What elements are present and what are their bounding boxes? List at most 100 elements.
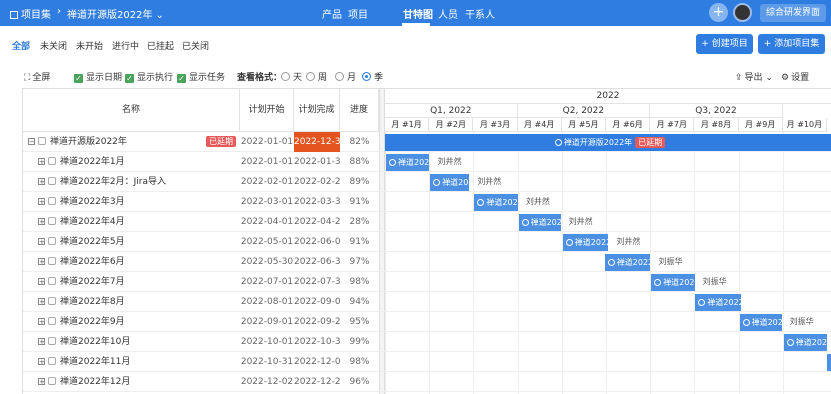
expand-icon[interactable]: + [38, 278, 45, 286]
breadcrumb-root[interactable]: 项目集 [10, 6, 51, 21]
table-row[interactable]: + 禅道2022年11月 2022-10-312022-12-01 98% [23, 352, 831, 372]
avatar[interactable] [733, 3, 752, 22]
project-gantt-bar[interactable]: 禅道2022 [695, 294, 742, 311]
table-row[interactable]: + 禅道2022年2月：Jira导入 2022-02-012022-02-27 89%… [23, 172, 831, 192]
row-name[interactable]: 禅道2022年1月 [60, 157, 125, 167]
nav-project[interactable]: 项目 [348, 6, 368, 21]
project-gantt-bar[interactable]: 禅道2022年 [604, 254, 651, 271]
export-dropdown[interactable]: ⇪ 导出 ⌄ [735, 70, 773, 83]
create-project-button[interactable]: + 创建项目 [696, 34, 753, 54]
breadcrumb-separator: › [57, 6, 61, 17]
start-cell: 2022-09-01 [240, 317, 294, 327]
expand-icon[interactable]: + [38, 258, 45, 266]
nav-product[interactable]: 产品 [322, 6, 342, 21]
expand-icon[interactable]: + [38, 178, 45, 186]
expand-icon[interactable]: + [38, 298, 45, 306]
row-name[interactable]: 禅道2022年3月 [60, 197, 125, 207]
row-name[interactable]: 禅道2022年7月 [60, 277, 125, 287]
row-name[interactable]: 禅道2022年2月：Jira导入 [60, 177, 166, 187]
project-gantt-bar[interactable]: 禅道2022 [783, 334, 828, 351]
row-name[interactable]: 禅道2022年5月 [60, 237, 125, 247]
view-format-label: 查看格式： [237, 73, 283, 83]
bar-label: 禅道2022 [486, 198, 518, 207]
filter-in-progress[interactable]: 进行中 [112, 39, 139, 52]
expand-icon[interactable]: + [38, 378, 45, 386]
program-gantt-bar[interactable]: 禅道开源版2022年 已延期 [385, 134, 831, 151]
project-icon [48, 297, 56, 305]
filter-unclosed[interactable]: 未关闭 [40, 39, 67, 52]
radio-icon [335, 72, 344, 81]
task-icon [654, 279, 662, 286]
month-header: 月 #8月 [694, 118, 739, 132]
bar-owner: 刘井然 [616, 237, 641, 246]
filter-not-started[interactable]: 未开始 [76, 39, 103, 52]
project-icon [48, 277, 56, 285]
table-row[interactable]: + 禅道2022年10月 2022-10-012022-10-30 99% 禅道2022 [23, 332, 831, 352]
row-name[interactable]: 禅道2022年9月 [60, 317, 125, 327]
show-date-checkbox[interactable]: ✓ 显示日期 [74, 70, 122, 83]
project-gantt-bar[interactable]: 禅道2022 [474, 194, 518, 211]
check-icon: ✓ [177, 74, 186, 83]
expand-icon[interactable]: + [38, 358, 45, 366]
format-week-radio[interactable]: 周 [306, 70, 327, 83]
dev-interface-button[interactable]: 综合研发界面 [760, 4, 826, 22]
format-day-radio[interactable]: 天 [281, 70, 302, 83]
project-gantt-bar[interactable]: 禅道2022 [386, 154, 430, 171]
table-row[interactable]: + 禅道2022年12月 2022-12-022022-12-29 96% [23, 372, 831, 392]
expand-icon[interactable]: + [38, 318, 45, 326]
progress-cell: 98% [349, 277, 370, 287]
expand-icon[interactable]: + [38, 198, 45, 206]
table-row[interactable]: + 禅道2022年4月 2022-04-012022-04-29 28% 禅道2022 刘… [23, 212, 831, 232]
quarter-header: Q3, 2022 [650, 104, 783, 118]
row-name[interactable]: 禅道2022年12月 [60, 377, 130, 387]
row-name[interactable]: 禅道2022年10月 [60, 337, 130, 347]
table-row[interactable]: + 禅道2022年1月 2022-01-012022-01-30 88% 禅道2022 刘… [23, 152, 831, 172]
end-cell: 2022-09-29 [294, 317, 340, 327]
row-name[interactable]: 禅道2022年6月 [60, 257, 125, 267]
show-task-checkbox[interactable]: ✓ 显示任务 [177, 70, 225, 83]
project-gantt-bar[interactable]: 禅道2022 [651, 274, 695, 291]
delayed-badge: 已延期 [206, 136, 236, 147]
table-row[interactable]: + 禅道2022年9月 2022-09-012022-09-29 95% 禅道2022 刘… [23, 312, 831, 332]
nav-gantt[interactable]: 甘特图 [403, 6, 433, 21]
table-row[interactable]: + 禅道2022年7月 2022-07-012022-07-30 98% 禅道2022 刘… [23, 272, 831, 292]
table-row[interactable]: + 禅道2022年8月 2022-08-012022-09-01 94% 禅道2022 [23, 292, 831, 312]
filter-suspended[interactable]: 已挂起 [147, 39, 174, 52]
row-name[interactable]: 禅道2022年4月 [60, 217, 125, 227]
format-quarter-radio[interactable]: 季 [362, 70, 383, 83]
settings-button[interactable]: ⚙ 设置 [781, 70, 809, 83]
project-gantt-bar[interactable]: 禅道2022 [518, 214, 561, 231]
collapse-icon[interactable]: − [28, 138, 35, 146]
format-month-radio[interactable]: 月 [335, 70, 356, 83]
table-row[interactable]: −禅道开源版2022年已延期2022-01-012022-12-3082%禅道开… [23, 132, 831, 152]
progress-cell: 88% [349, 157, 370, 167]
fullscreen-toggle[interactable]: ⛶ 全屏 [24, 70, 50, 83]
expand-icon[interactable]: + [38, 338, 45, 346]
bar-owner: 刘井然 [477, 177, 502, 186]
project-gantt-bar[interactable]: 禅道2022 [430, 174, 470, 191]
project-icon [48, 377, 56, 385]
table-row[interactable]: + 禅道2022年6月 2022-05-302022-06-30 97% 禅道2022年… [23, 252, 831, 272]
progress-cell: 91% [349, 197, 370, 207]
row-name[interactable]: 禅道2022年8月 [60, 297, 125, 307]
expand-icon[interactable]: + [38, 158, 45, 166]
breadcrumb-current[interactable]: 禅道开源版2022年 ⌄ [67, 6, 164, 21]
filter-closed[interactable]: 已关闭 [182, 39, 209, 52]
expand-icon[interactable]: + [38, 218, 45, 226]
expand-icon[interactable]: + [38, 238, 45, 246]
add-program-button[interactable]: + 添加项目集 [758, 34, 825, 54]
show-exec-checkbox[interactable]: ✓ 显示执行 [125, 70, 173, 83]
row-name[interactable]: 禅道开源版2022年 [50, 137, 127, 147]
project-gantt-bar[interactable]: 禅道2022 [739, 314, 782, 331]
add-plus-icon[interactable]: + [709, 3, 728, 22]
project-gantt-bar[interactable] [827, 354, 831, 371]
bar-owner: 刘井然 [437, 157, 462, 166]
nav-stakeholders[interactable]: 干系人 [465, 6, 495, 21]
nav-people[interactable]: 人员 [438, 6, 458, 21]
row-name[interactable]: 禅道2022年11月 [60, 357, 130, 367]
table-row[interactable]: + 禅道2022年3月 2022-03-012022-03-30 91% 禅道2022 刘… [23, 192, 831, 212]
project-gantt-bar[interactable]: 禅道2022 [562, 234, 609, 251]
filter-all[interactable]: 全部 [12, 39, 30, 52]
table-row[interactable]: + 禅道2022年5月 2022-05-012022-06-01 91% 禅道2022 刘… [23, 232, 831, 252]
month-header: 月 #9月 [738, 118, 783, 132]
